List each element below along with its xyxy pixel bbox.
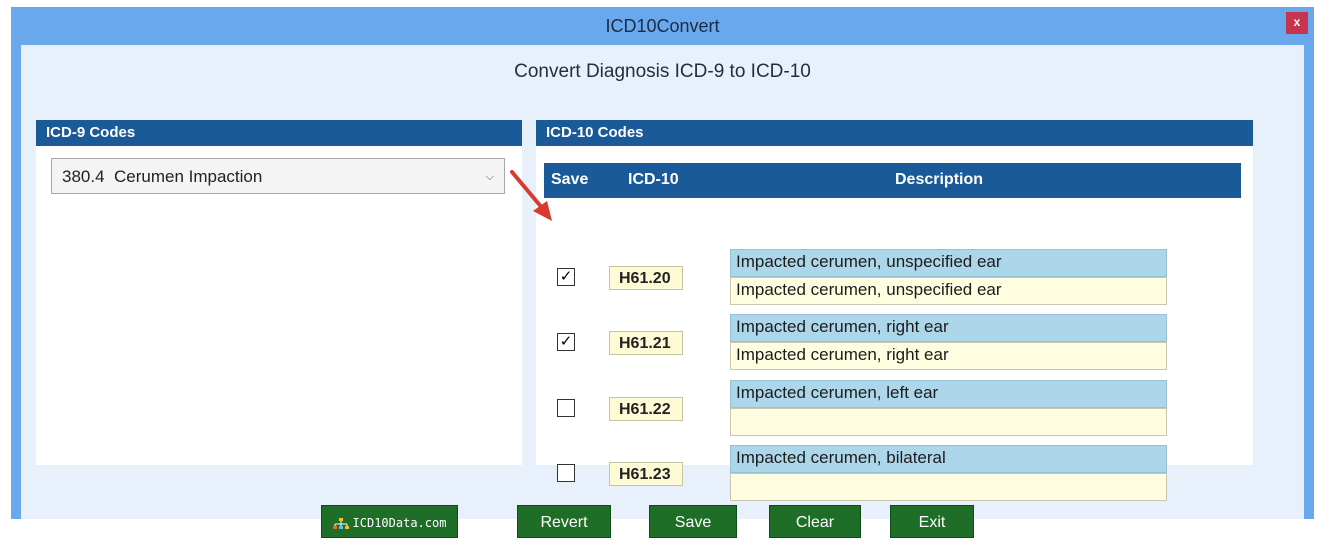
save-button[interactable]: Save: [649, 505, 737, 538]
description-edit-field[interactable]: Impacted cerumen, right ear: [730, 342, 1167, 370]
icd10-code: H61.23: [609, 462, 683, 486]
save-checkbox[interactable]: ✓: [557, 333, 575, 351]
table-row: ✓ H61.21 Impacted cerumen, right ear Imp…: [536, 314, 1253, 374]
column-header-icd10: ICD-10: [628, 171, 679, 188]
icd10-table-header: Save ICD-10 Description: [544, 163, 1241, 198]
table-row: H61.22 Impacted cerumen, left ear: [536, 380, 1253, 440]
table-row: ✓ H61.20 Impacted cerumen, unspecified e…: [536, 249, 1253, 309]
logo-label: ICD10Data.com: [352, 516, 447, 530]
window-frame-right: [1304, 45, 1314, 519]
sitemap-icon: [332, 517, 349, 529]
window-content: Convert Diagnosis ICD-9 to ICD-10 ICD-9 …: [21, 45, 1304, 538]
description-text: Impacted cerumen, unspecified ear: [730, 249, 1167, 277]
save-checkbox[interactable]: [557, 399, 575, 417]
save-checkbox[interactable]: ✓: [557, 268, 575, 286]
column-header-description: Description: [895, 171, 984, 188]
description-text: Impacted cerumen, right ear: [730, 314, 1167, 342]
description-text: Impacted cerumen, left ear: [730, 380, 1167, 408]
red-arrow-annotation: [510, 170, 552, 221]
icd10-code: H61.21: [609, 331, 683, 355]
description-edit-field[interactable]: Impacted cerumen, unspecified ear: [730, 277, 1167, 305]
icd10data-logo-button[interactable]: ICD10Data.com: [321, 505, 458, 538]
window-frame-left: [11, 45, 21, 519]
icd10-panel: ICD-10 Codes Save ICD-10 Description ✓ H…: [536, 120, 1253, 501]
table-row: H61.23 Impacted cerumen, bilateral: [536, 445, 1253, 505]
exit-button[interactable]: Exit: [890, 505, 974, 538]
save-checkbox[interactable]: [557, 464, 575, 482]
clear-button[interactable]: Clear: [769, 505, 861, 538]
window-title: ICD10Convert: [605, 16, 720, 36]
description-text: Impacted cerumen, bilateral: [730, 445, 1167, 473]
description-edit-field[interactable]: [730, 473, 1167, 501]
title-bar: ICD10Convert x: [11, 7, 1314, 45]
description-edit-field[interactable]: [730, 408, 1167, 436]
icd10-code: H61.22: [609, 397, 683, 421]
icd10-code: H61.20: [609, 266, 683, 290]
close-button[interactable]: x: [1286, 12, 1308, 34]
revert-button[interactable]: Revert: [517, 505, 611, 538]
icd10-panel-header: ICD-10 Codes: [536, 120, 1253, 146]
